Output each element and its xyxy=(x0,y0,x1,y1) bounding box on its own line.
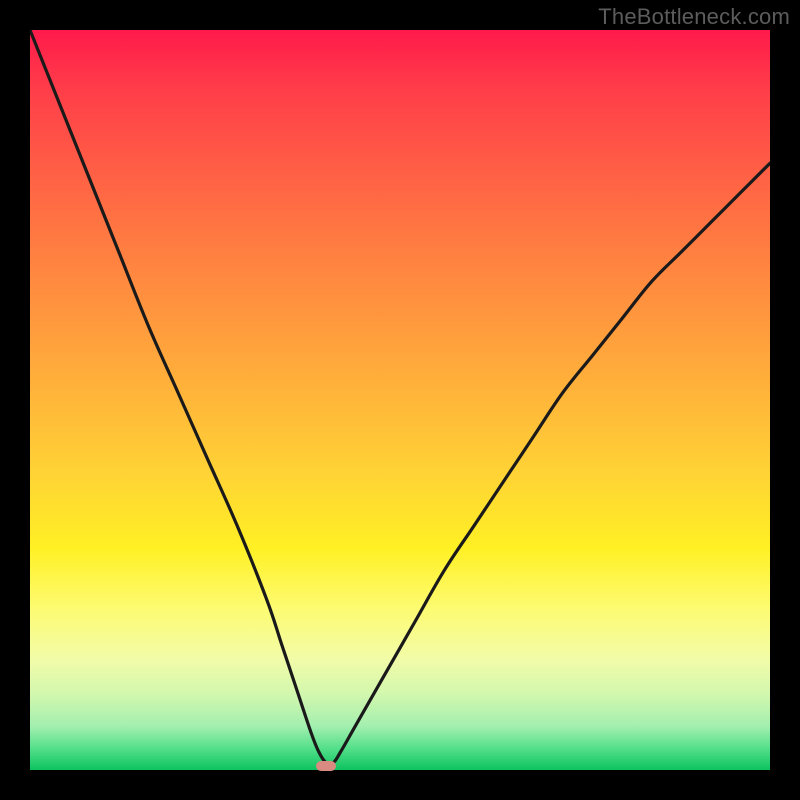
chart-frame: TheBottleneck.com xyxy=(0,0,800,800)
plot-area xyxy=(30,30,770,770)
watermark-text: TheBottleneck.com xyxy=(598,4,790,30)
optimal-point-marker xyxy=(316,761,336,771)
bottleneck-curve xyxy=(30,30,770,770)
curve-path xyxy=(30,30,770,764)
